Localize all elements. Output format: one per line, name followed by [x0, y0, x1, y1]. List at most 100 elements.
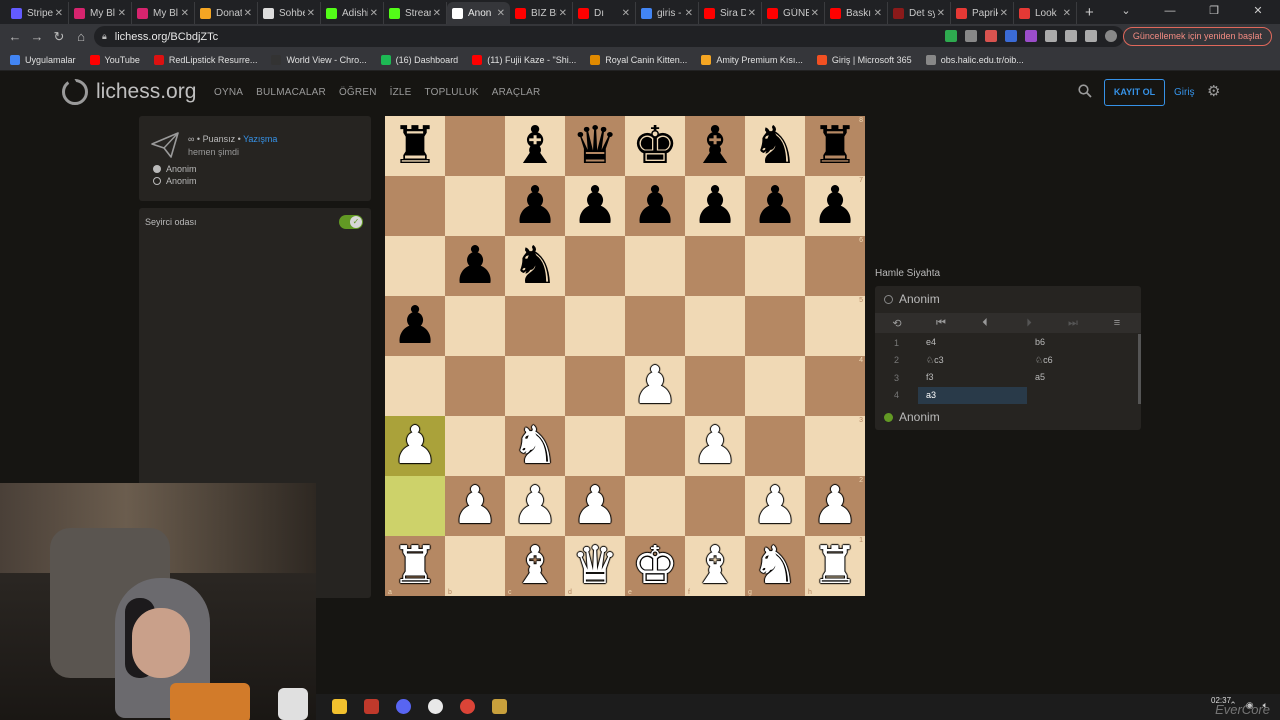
square-h5[interactable]: 5	[805, 296, 865, 356]
tab-close-icon[interactable]: ✕	[685, 8, 693, 19]
white-king-icon[interactable]: ♚	[632, 536, 679, 596]
square-g4[interactable]	[745, 356, 805, 416]
browser-tab[interactable]: Stripe ✕	[6, 2, 69, 24]
square-b2[interactable]: ♟	[445, 476, 505, 536]
black-king-icon[interactable]: ♚	[632, 116, 679, 176]
extension-icon[interactable]	[1005, 30, 1017, 42]
square-g2[interactable]: ♟	[745, 476, 805, 536]
square-a4[interactable]	[385, 356, 445, 416]
square-f7[interactable]: ♟	[685, 176, 745, 236]
next-move-icon[interactable]: ⏵	[1007, 317, 1051, 330]
white-bishop-icon[interactable]: ♝	[512, 536, 559, 596]
square-e7[interactable]: ♟	[625, 176, 685, 236]
square-c2[interactable]: ♟	[505, 476, 565, 536]
square-f1[interactable]: ♝ f	[685, 536, 745, 596]
square-d3[interactable]	[565, 416, 625, 476]
new-tab-icon[interactable]: +	[1085, 2, 1094, 24]
browser-tab[interactable]: BİZ Bİ ✕	[510, 2, 573, 24]
tab-close-icon[interactable]: ✕	[937, 8, 945, 19]
black-queen-icon[interactable]: ♛	[572, 116, 619, 176]
dropdown-icon[interactable]: ⌄	[1104, 0, 1148, 24]
square-g5[interactable]	[745, 296, 805, 356]
tab-close-icon[interactable]: ✕	[497, 8, 505, 19]
tab-close-icon[interactable]: ✕	[55, 8, 63, 19]
black-bishop-icon[interactable]: ♝	[512, 116, 559, 176]
update-restart-button[interactable]: Güncellemek için yeniden başlat	[1122, 27, 1272, 46]
browser-tab[interactable]: Look ✕	[1014, 2, 1077, 24]
square-c3[interactable]: ♞	[505, 416, 565, 476]
signup-button[interactable]: KAYIT OL	[1104, 79, 1165, 106]
square-f6[interactable]	[685, 236, 745, 296]
square-h2[interactable]: ♟ 2	[805, 476, 865, 536]
square-b5[interactable]	[445, 296, 505, 356]
black-pawn-icon[interactable]: ♟	[692, 176, 739, 236]
obs-icon[interactable]	[428, 699, 443, 714]
black-bishop-icon[interactable]: ♝	[692, 116, 739, 176]
white-knight-icon[interactable]: ♞	[752, 536, 799, 596]
flip-board-icon[interactable]: ⟲	[875, 317, 919, 330]
black-pawn-icon[interactable]: ♟	[392, 296, 439, 356]
nav-item[interactable]: TOPLULUK	[425, 87, 479, 98]
square-b1[interactable]: b	[445, 536, 505, 596]
correspondence-link[interactable]: Yazışma	[243, 134, 277, 144]
forward-icon[interactable]: →	[26, 29, 48, 44]
nav-item[interactable]: BULMACALAR	[256, 87, 326, 98]
tab-close-icon[interactable]: ✕	[1000, 8, 1008, 19]
square-f8[interactable]: ♝	[685, 116, 745, 176]
bookmark-item[interactable]: Royal Canin Kitten...	[590, 54, 687, 65]
square-b3[interactable]	[445, 416, 505, 476]
square-e6[interactable]	[625, 236, 685, 296]
black-pawn-icon[interactable]: ♟	[632, 176, 679, 236]
home-icon[interactable]: ⌂	[70, 29, 92, 44]
browser-tab[interactable]: Sohbe✕	[258, 2, 321, 24]
site-logo[interactable]: lichess.org	[62, 79, 196, 105]
square-c1[interactable]: ♝ c	[505, 536, 565, 596]
square-e2[interactable]	[625, 476, 685, 536]
square-e1[interactable]: ♚ e	[625, 536, 685, 596]
tab-close-icon[interactable]: ✕	[622, 8, 630, 19]
square-d8[interactable]: ♛	[565, 116, 625, 176]
square-c7[interactable]: ♟	[505, 176, 565, 236]
black-move[interactable]: b6	[1027, 334, 1136, 351]
tab-close-icon[interactable]: ✕	[1063, 8, 1071, 19]
white-bishop-icon[interactable]: ♝	[692, 536, 739, 596]
square-f5[interactable]	[685, 296, 745, 356]
square-d1[interactable]: ♛ d	[565, 536, 625, 596]
chrome-icon[interactable]	[460, 699, 475, 714]
square-a6[interactable]	[385, 236, 445, 296]
black-pawn-icon[interactable]: ♟	[572, 176, 619, 236]
nav-item[interactable]: OYNA	[214, 87, 243, 98]
bookmark-item[interactable]: Giriş | Microsoft 365	[816, 54, 912, 65]
tab-close-icon[interactable]: ✕	[244, 8, 252, 19]
reload-icon[interactable]: ↻	[48, 29, 70, 45]
square-c8[interactable]: ♝	[505, 116, 565, 176]
black-move[interactable]: a5	[1027, 369, 1136, 386]
tab-close-icon[interactable]: ✕	[874, 8, 882, 19]
sidepanel-icon[interactable]	[1085, 30, 1097, 42]
square-f4[interactable]	[685, 356, 745, 416]
white-pawn-icon[interactable]: ♟	[392, 416, 439, 476]
bookmark-item[interactable]: (16) Dashboard	[380, 54, 458, 65]
square-h7[interactable]: ♟ 7	[805, 176, 865, 236]
browser-tab[interactable]: Dı ✕	[573, 2, 636, 24]
app-icon[interactable]	[492, 699, 507, 714]
chess-board[interactable]: ♜ ♝ ♛ ♚ ♝ ♞ ♜ 8 ♟ ♟ ♟ ♟ ♟ ♟ 7 ♟ ♞ 6 ♟ 5 ♟ 4 ♟ ♞ ♟ 3 ♟ ♟ ♟ ♟ ♟ 2 ♜ a b ♝ c ♛ d ♚…	[385, 116, 865, 596]
browser-tab[interactable]: Anon ✕	[447, 2, 510, 24]
square-b6[interactable]: ♟	[445, 236, 505, 296]
search-icon[interactable]	[1078, 84, 1092, 98]
browser-tab[interactable]: Det sy ✕	[888, 2, 951, 24]
browser-tab[interactable]: My Bl ✕	[69, 2, 132, 24]
white-pawn-icon[interactable]: ♟	[572, 476, 619, 536]
square-h8[interactable]: ♜ 8	[805, 116, 865, 176]
square-d4[interactable]	[565, 356, 625, 416]
extension-icon[interactable]	[985, 30, 997, 42]
black-knight-icon[interactable]: ♞	[752, 116, 799, 176]
browser-tab[interactable]: GÜNE✕	[762, 2, 825, 24]
square-h1[interactable]: ♜ 1 h	[805, 536, 865, 596]
white-move[interactable]: f3	[918, 369, 1027, 386]
square-h6[interactable]: 6	[805, 236, 865, 296]
move-list-scrollbar[interactable]	[1138, 334, 1141, 404]
prev-move-icon[interactable]: ⏴	[963, 317, 1007, 330]
white-pawn-icon[interactable]: ♟	[812, 476, 859, 536]
browser-tab[interactable]: Adishi ✕	[321, 2, 384, 24]
